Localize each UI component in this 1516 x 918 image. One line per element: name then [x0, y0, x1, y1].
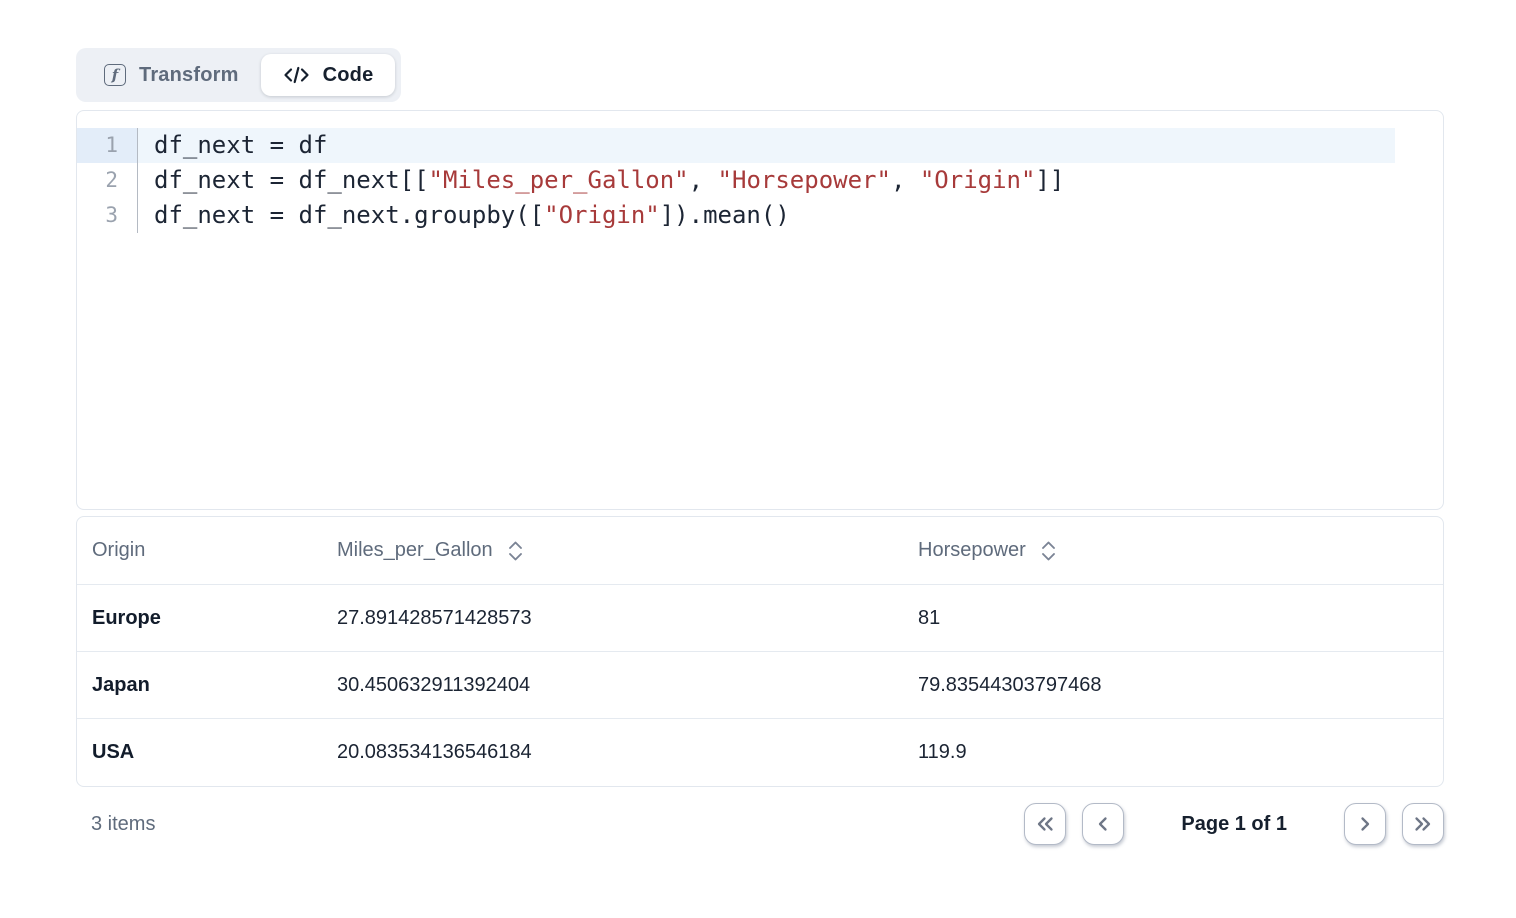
previous-page-button[interactable] [1082, 803, 1124, 845]
code-line: 3 df_next = df_next.groupby(["Origin"]).… [77, 198, 1443, 233]
cell-horsepower: 81 [903, 607, 1443, 630]
code-line: 1 df_next = df [77, 128, 1443, 163]
result-table: Origin Miles_per_Gallon Horsepower [76, 516, 1444, 787]
code-icon [283, 65, 310, 85]
cell-miles-per-gallon: 27.891428571428573 [322, 607, 903, 630]
code-line-content: df_next = df_next[["Miles_per_Gallon", "… [138, 163, 1395, 198]
double-chevron-left-icon [1034, 814, 1056, 834]
code-editor[interactable]: 1 df_next = df 2 df_next = df_next[["Mil… [76, 110, 1444, 510]
column-header-origin: Origin [77, 539, 322, 562]
editor-scroll-gutter [1395, 128, 1443, 163]
table-row: Japan 30.450632911392404 79.835443037974… [77, 652, 1443, 719]
last-page-button[interactable] [1402, 803, 1444, 845]
view-tabs: f Transform Code [76, 48, 401, 102]
cell-horsepower: 119.9 [903, 741, 1443, 764]
cell-horsepower: 79.83544303797468 [903, 674, 1443, 697]
code-line-content: df_next = df [138, 128, 1395, 163]
page-indicator: Page 1 of 1 [1181, 813, 1287, 836]
code-line-content: df_next = df_next.groupby(["Origin"]).me… [138, 198, 1395, 233]
column-header-miles-per-gallon[interactable]: Miles_per_Gallon [322, 539, 903, 562]
pagination: Page 1 of 1 [1024, 803, 1444, 845]
table-footer: 3 items Page 1 of 1 [76, 803, 1444, 845]
table-header-row: Origin Miles_per_Gallon Horsepower [77, 517, 1443, 585]
sort-icon [508, 540, 523, 562]
tab-transform[interactable]: f Transform [82, 54, 261, 96]
code-line: 2 df_next = df_next[["Miles_per_Gallon",… [77, 163, 1443, 198]
cell-miles-per-gallon: 30.450632911392404 [322, 674, 903, 697]
table-row: USA 20.083534136546184 119.9 [77, 719, 1443, 786]
first-page-button[interactable] [1024, 803, 1066, 845]
tab-transform-label: Transform [139, 64, 239, 87]
line-number: 3 [77, 198, 138, 233]
column-header-horsepower[interactable]: Horsepower [903, 539, 1443, 562]
cell-miles-per-gallon: 20.083534136546184 [322, 741, 903, 764]
table-row: Europe 27.891428571428573 81 [77, 585, 1443, 652]
tab-code[interactable]: Code [261, 54, 396, 96]
double-chevron-right-icon [1412, 814, 1434, 834]
editor-scroll-gutter [1395, 198, 1443, 233]
sort-icon [1041, 540, 1056, 562]
cell-origin: USA [77, 741, 322, 764]
next-page-button[interactable] [1344, 803, 1386, 845]
chevron-left-icon [1092, 814, 1114, 834]
function-icon: f [104, 64, 126, 86]
line-number: 2 [77, 163, 138, 198]
cell-origin: Europe [77, 607, 322, 630]
items-count: 3 items [91, 813, 155, 836]
cell-origin: Japan [77, 674, 322, 697]
line-number: 1 [77, 128, 138, 163]
data-transform-widget: f Transform Code 1 df_next = df 2 [0, 0, 1516, 845]
tab-code-label: Code [323, 64, 374, 87]
editor-scroll-gutter [1395, 163, 1443, 198]
chevron-right-icon [1354, 814, 1376, 834]
